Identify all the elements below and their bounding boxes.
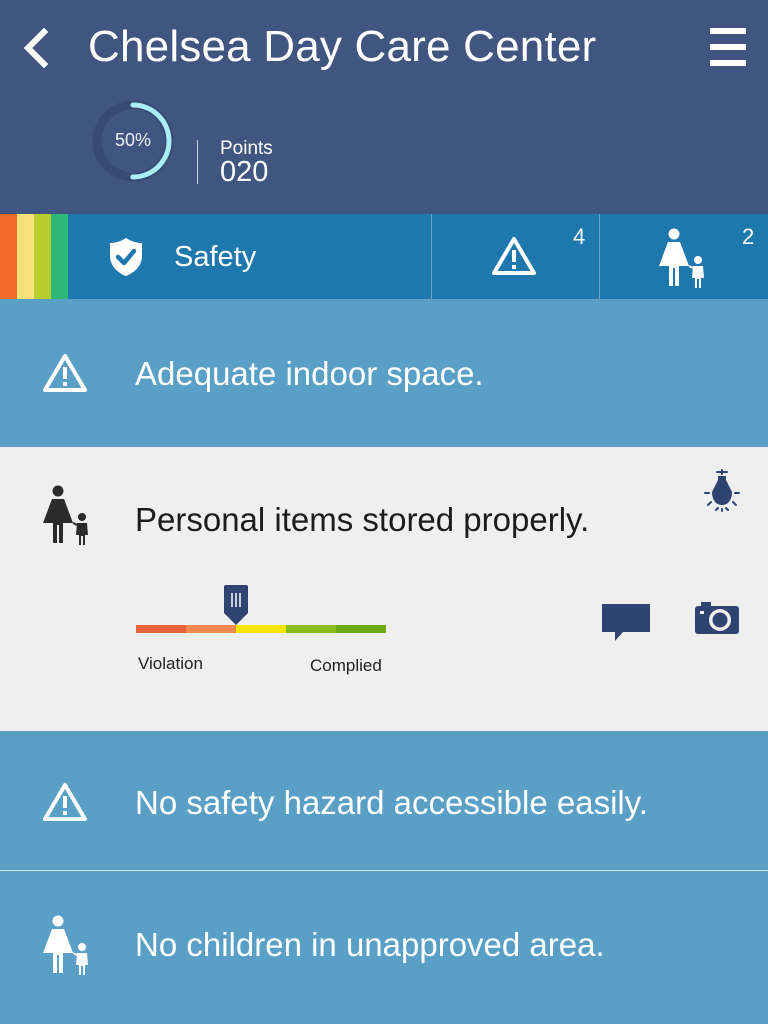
rating-low-label: Violation [138, 654, 203, 673]
back-button[interactable] [18, 26, 58, 70]
rating-segment [336, 625, 386, 633]
status-stripe-3 [34, 214, 51, 299]
slider-handle[interactable] [222, 583, 250, 629]
warning-icon [43, 354, 87, 392]
camera-button[interactable] [694, 599, 740, 635]
checklist-item-expanded[interactable]: Personal items stored properly. Violatio… [0, 447, 768, 731]
rating-segment [286, 625, 336, 633]
warnings-filter-button[interactable]: 4 [432, 214, 599, 299]
checklist-item[interactable]: No safety hazard accessible easily. [0, 731, 768, 870]
checklist-item[interactable]: Adequate indoor space. [0, 299, 768, 447]
menu-icon [710, 28, 746, 34]
points-value: 020 [220, 156, 269, 188]
hamburger-menu-button[interactable] [706, 26, 750, 68]
category-title: Safety [174, 241, 257, 273]
checklist-item-label: No children in unapproved area. [135, 926, 605, 963]
status-stripe-4 [51, 214, 68, 299]
rating-high-label: Complied [310, 656, 382, 675]
rating-segment [136, 625, 186, 633]
warning-icon [492, 237, 536, 275]
rating-track [136, 625, 386, 633]
compliance-rating-slider[interactable] [136, 577, 386, 637]
checklist-item-label: No safety hazard accessible easily. [135, 784, 648, 821]
app-header: Chelsea Day Care Center 50% Points 020 [0, 0, 768, 214]
comment-button[interactable] [601, 602, 651, 644]
status-stripe-2 [17, 214, 34, 299]
children-count: 2 [742, 224, 755, 249]
children-filter-button[interactable]: 2 [600, 214, 768, 299]
warning-icon [43, 783, 87, 821]
progress-percent: 50% [114, 130, 152, 150]
adult-child-icon [43, 485, 88, 545]
checklist-item-label: Personal items stored properly. [135, 501, 590, 538]
chevron-left-icon [23, 27, 49, 69]
shield-check-icon [110, 238, 142, 276]
page-title: Chelsea Day Care Center [88, 22, 597, 71]
lightbulb-hint-icon[interactable] [702, 469, 742, 513]
warnings-count: 4 [573, 224, 586, 249]
status-stripe-1 [0, 214, 17, 299]
checklist-item[interactable]: No children in unapproved area. [0, 871, 768, 1024]
checklist-item-label: Adequate indoor space. [135, 355, 484, 392]
adult-child-icon [659, 228, 704, 288]
adult-child-icon [43, 915, 88, 975]
points-divider [197, 140, 198, 184]
